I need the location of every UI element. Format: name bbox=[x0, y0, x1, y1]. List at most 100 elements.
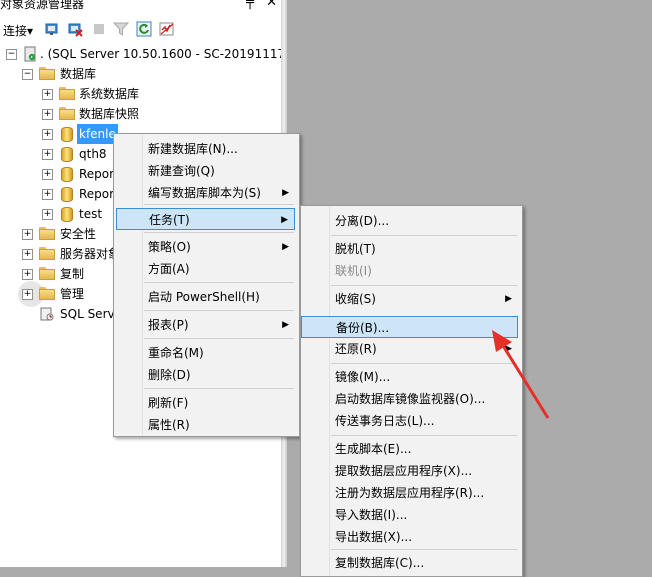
menu-separator bbox=[331, 363, 517, 364]
folder-icon bbox=[59, 87, 75, 100]
menu-item-label: 复制数据库(C)... bbox=[335, 556, 425, 570]
menu-separator bbox=[331, 285, 517, 286]
menu-item-label: 备份(B)... bbox=[336, 321, 390, 335]
expand-icon[interactable]: + bbox=[22, 249, 33, 260]
context-menu-item[interactable]: 属性(R) bbox=[116, 414, 295, 436]
context-menu-item[interactable]: 刷新(F) bbox=[116, 392, 295, 414]
tasks-menu-item[interactable]: 镜像(M)... bbox=[301, 366, 518, 388]
submenu-arrow-icon: ▶ bbox=[282, 320, 289, 330]
menu-item-label: 传送事务日志(L)... bbox=[335, 414, 435, 428]
tasks-menu-item[interactable]: 还原(R) ▶ bbox=[301, 338, 518, 360]
context-menu-item[interactable]: 任务(T) ▶ bbox=[116, 208, 295, 230]
tasks-menu-item[interactable]: 生成脚本(E)... bbox=[301, 438, 518, 460]
tree-label-replication: 复制 bbox=[60, 267, 85, 281]
tree-label-server-objects: 服务器对象 bbox=[60, 247, 121, 261]
menu-item-label: 报表(P) bbox=[148, 318, 189, 332]
tasks-menu-item[interactable]: 备份(B)... bbox=[301, 316, 518, 338]
menu-item-label: 还原(R) bbox=[335, 342, 377, 356]
menu-separator bbox=[144, 310, 294, 311]
expand-icon[interactable]: + bbox=[42, 89, 53, 100]
expand-icon[interactable]: + bbox=[42, 149, 53, 160]
tasks-menu-item[interactable]: 导出数据(X)... bbox=[301, 526, 518, 548]
tree-label-databases: 数据库 bbox=[60, 67, 97, 81]
tasks-menu-item[interactable]: 联机(I) bbox=[301, 260, 518, 282]
context-menu-item[interactable]: 重命名(M) bbox=[116, 342, 295, 364]
submenu-arrow-icon: ▶ bbox=[505, 294, 512, 304]
tasks-menu-item[interactable]: 分离(D)... bbox=[301, 210, 518, 232]
panel-toolbar: 连接▾ bbox=[0, 13, 281, 46]
menu-item-label: 编写数据库脚本为(S) bbox=[148, 186, 261, 200]
connect-dropdown[interactable]: 连接▾ bbox=[3, 22, 33, 39]
pin-icon[interactable]: ╤ bbox=[246, 0, 254, 10]
context-menu-item[interactable]: 策略(O) ▶ bbox=[116, 236, 295, 258]
tree-label-db-kfenle: kfenle bbox=[77, 124, 118, 144]
folder-icon bbox=[39, 267, 55, 280]
expand-icon[interactable]: + bbox=[22, 289, 33, 300]
tree-label-db-report1: Repor bbox=[79, 167, 115, 181]
tasks-menu-item[interactable]: 启动数据库镜像监视器(O)... bbox=[301, 388, 518, 410]
submenu-arrow-icon: ▶ bbox=[505, 344, 512, 354]
menu-item-label: 启动数据库镜像监视器(O)... bbox=[335, 392, 486, 406]
submenu-arrow-icon: ▶ bbox=[281, 215, 288, 225]
menu-separator bbox=[144, 338, 294, 339]
tree-label-db-qth8: qth8 bbox=[79, 147, 107, 161]
context-menu-item[interactable]: 删除(D) bbox=[116, 364, 295, 386]
context-menu-item[interactable]: 新建数据库(N)... bbox=[116, 138, 295, 160]
tree-node-database-snapshots[interactable]: + 数据库快照 bbox=[0, 104, 281, 124]
refresh-icon[interactable] bbox=[136, 21, 152, 37]
context-menu-item[interactable]: 方面(A) bbox=[116, 258, 295, 280]
connect-icon[interactable] bbox=[44, 21, 60, 37]
stop-icon bbox=[94, 24, 104, 34]
database-icon bbox=[61, 127, 73, 142]
tree-label-security: 安全性 bbox=[60, 227, 97, 241]
server-label: . (SQL Server 10.50.1600 - SC-201911171 bbox=[40, 47, 281, 61]
database-icon bbox=[61, 207, 73, 222]
tree-label-db-test: test bbox=[79, 207, 103, 221]
tasks-menu-item[interactable]: 注册为数据层应用程序(R)... bbox=[301, 482, 518, 504]
tasks-menu-item[interactable]: 收缩(S) ▶ bbox=[301, 288, 518, 310]
tree-node-databases[interactable]: − 数据库 bbox=[0, 64, 281, 84]
tree-node-system-databases[interactable]: + 系统数据库 bbox=[0, 84, 281, 104]
folder-icon bbox=[39, 287, 55, 300]
expand-icon[interactable]: + bbox=[42, 189, 53, 200]
tasks-menu-item[interactable]: 脱机(T) bbox=[301, 238, 518, 260]
context-menu-item[interactable]: 新建查询(Q) bbox=[116, 160, 295, 182]
folder-icon bbox=[39, 247, 55, 260]
menu-item-label: 镜像(M)... bbox=[335, 370, 391, 384]
context-menu-item[interactable]: 启动 PowerShell(H) bbox=[116, 286, 295, 308]
close-icon[interactable]: ✕ bbox=[266, 0, 277, 10]
expand-icon[interactable]: + bbox=[22, 229, 33, 240]
expand-icon[interactable]: + bbox=[42, 129, 53, 140]
folder-icon bbox=[59, 107, 75, 120]
database-icon bbox=[61, 167, 73, 182]
tasks-menu-item[interactable]: 导入数据(I)... bbox=[301, 504, 518, 526]
tree-node-server[interactable]: − . (SQL Server 10.50.1600 - SC-20191117… bbox=[0, 44, 281, 64]
panel-titlebar: 对象资源管理器 ╤ ✕ bbox=[0, 0, 281, 13]
activity-monitor-icon[interactable] bbox=[159, 21, 175, 37]
sql-agent-icon bbox=[40, 307, 54, 321]
tasks-submenu: 分离(D)... 脱机(T) 联机(I) 收缩(S) ▶ 备份(B)... 还原(R) ▶ 镜像… bbox=[300, 205, 523, 577]
context-menu-item[interactable]: 编写数据库脚本为(S) ▶ bbox=[116, 182, 295, 204]
expand-icon[interactable]: + bbox=[42, 169, 53, 180]
context-menu: 新建数据库(N)... 新建查询(Q) 编写数据库脚本为(S) ▶ 任务(T) ▶ 策略(O… bbox=[113, 133, 300, 437]
menu-item-label: 启动 PowerShell(H) bbox=[148, 290, 260, 304]
menu-item-label: 刷新(F) bbox=[148, 396, 189, 410]
tasks-menu-item[interactable]: 传送事务日志(L)... bbox=[301, 410, 518, 432]
expand-icon[interactable]: + bbox=[22, 269, 33, 280]
collapse-icon[interactable]: − bbox=[22, 69, 33, 80]
menu-separator bbox=[144, 282, 294, 283]
context-menu-item[interactable]: 报表(P) ▶ bbox=[116, 314, 295, 336]
menu-separator bbox=[331, 549, 517, 550]
menu-separator bbox=[331, 235, 517, 236]
disconnect-icon[interactable] bbox=[67, 21, 83, 37]
panel-window-buttons: ╤ ✕ bbox=[246, 0, 277, 10]
expand-icon[interactable]: + bbox=[42, 109, 53, 120]
tasks-menu-item[interactable]: 复制数据库(C)... bbox=[301, 552, 518, 574]
folder-icon bbox=[39, 67, 55, 80]
tasks-menu-item[interactable]: 提取数据层应用程序(X)... bbox=[301, 460, 518, 482]
submenu-arrow-icon: ▶ bbox=[282, 188, 289, 198]
menu-item-label: 属性(R) bbox=[148, 418, 190, 432]
expand-icon[interactable]: + bbox=[42, 209, 53, 220]
collapse-icon[interactable]: − bbox=[6, 49, 17, 60]
menu-item-label: 重命名(M) bbox=[148, 346, 204, 360]
